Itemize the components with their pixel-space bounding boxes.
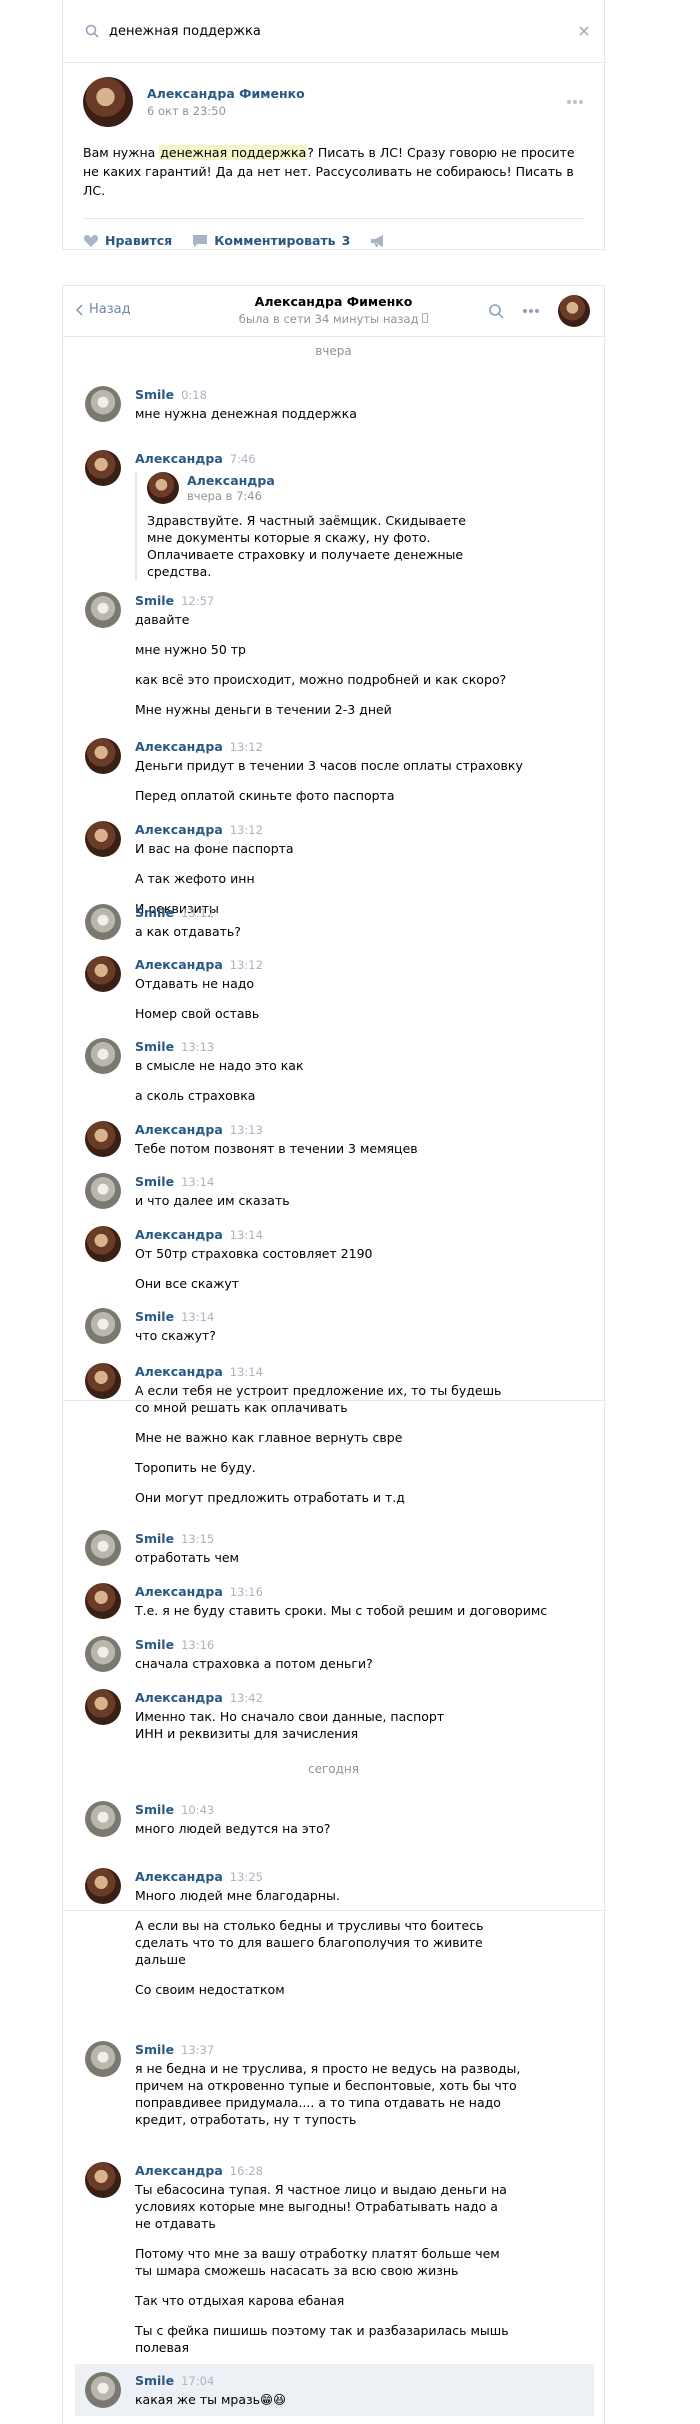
message: Александра 13:12 Отдавать не надо Номер св… (85, 956, 584, 1022)
avatar[interactable] (85, 1689, 121, 1725)
message: Александра 7:46 Александра вчера в 7:46 Зд… (85, 450, 584, 580)
post: Александра Фименко 6 окт в 23:50 Вам нуж… (63, 63, 604, 262)
message: Александра 13:42 Именно так. Но сначало с… (85, 1689, 584, 1742)
avatar[interactable] (85, 2162, 121, 2198)
avatar[interactable] (85, 592, 121, 628)
avatar[interactable] (85, 821, 121, 857)
message: Smile 13:13 в смысле не надо это как а ско… (85, 1038, 584, 1104)
post-date[interactable]: 6 окт в 23:50 (147, 104, 566, 118)
avatar[interactable] (85, 2372, 121, 2408)
message: Smile 0:18 мне нужна денежная поддержка (85, 386, 584, 422)
chat-header: Назад Александра Фименко была в сети 34 … (63, 286, 604, 337)
message: Александра 13:25 Много людей мне благодар… (85, 1868, 584, 1998)
phone-icon (422, 313, 429, 323)
avatar[interactable] (147, 472, 179, 504)
message: Александра 13:16 Т.е. я не буду ставить с… (85, 1583, 584, 1619)
search-results-panel: денежная поддержка Александра Фименко 6 … (62, 0, 605, 250)
search-bar[interactable]: денежная поддержка (63, 0, 604, 63)
avatar[interactable] (85, 1636, 121, 1672)
message: Smile 13:14 и что далее им сказать (85, 1173, 584, 1209)
search-icon (85, 24, 99, 38)
author-avatar[interactable] (83, 77, 133, 127)
day-divider-yesterday: вчера (315, 344, 352, 358)
search-highlight: денежная поддержка (159, 145, 308, 160)
message: Александра 13:14 А если тебя не устроит п… (85, 1363, 584, 1506)
more-icon[interactable] (566, 99, 584, 105)
like-button[interactable]: Нравится (83, 233, 172, 248)
avatar[interactable] (85, 1583, 121, 1619)
message: Smile 13:37 я не бедна и не труслива, я п… (85, 2041, 584, 2128)
message: Smile 10:43 много людей ведутся на это? (85, 1801, 584, 1837)
message: Smile 13:15 отработать чем (85, 1530, 584, 1566)
post-text: Вам нужна денежная поддержка? Писать в Л… (83, 145, 575, 198)
avatar[interactable] (85, 1038, 121, 1074)
avatar[interactable] (85, 1226, 121, 1262)
screenshot-seam (62, 1400, 605, 1401)
avatar[interactable] (85, 904, 121, 940)
share-button[interactable] (370, 234, 386, 248)
avatar[interactable] (85, 1173, 121, 1209)
message: Smile 13:14 что скажут? (85, 1308, 584, 1344)
heart-icon (83, 234, 99, 247)
avatar[interactable] (85, 1868, 121, 1904)
avatar[interactable] (85, 956, 121, 992)
megaphone-icon (371, 234, 384, 247)
avatar[interactable] (85, 1308, 121, 1344)
avatar[interactable] (85, 2041, 121, 2077)
avatar[interactable] (85, 1363, 121, 1399)
avatar[interactable] (85, 1801, 121, 1837)
day-divider-today: сегодня (308, 1762, 359, 1776)
post-author[interactable]: Александра Фименко (147, 86, 566, 101)
screenshot-seam (62, 1910, 605, 1911)
message: Александра 16:28 Ты ебасосина тупая. Я ча… (85, 2162, 584, 2356)
message: Александра 13:12 Деньги придут в течении … (85, 738, 584, 804)
avatar[interactable] (85, 738, 121, 774)
avatar[interactable] (85, 386, 121, 422)
more-icon[interactable] (522, 308, 540, 314)
message-selected[interactable]: Smile 17:04 какая же ты мразь😁😆 (75, 2364, 594, 2416)
chat-panel: Назад Александра Фименко была в сети 34 … (62, 285, 605, 2424)
search-input[interactable]: денежная поддержка (109, 24, 578, 39)
comment-button[interactable]: Комментировать 3 (192, 233, 350, 248)
search-icon[interactable] (488, 303, 504, 319)
message: Smile 13:12 а как отдавать? (85, 904, 584, 940)
message: Александра 13:12 И вас на фоне паспорта А … (85, 821, 584, 917)
message: Александра 13:14 От 50тр страховка состов… (85, 1226, 584, 1292)
comment-count: 3 (341, 233, 351, 248)
clear-icon[interactable] (578, 25, 590, 37)
message: Smile 13:16 сначала страховка а потом ден… (85, 1636, 584, 1672)
avatar[interactable] (85, 450, 121, 486)
avatar[interactable] (85, 1530, 121, 1566)
peer-avatar[interactable] (558, 295, 590, 327)
message: Smile 12:57 давайте мне нужно 50 тр как всё… (85, 592, 584, 718)
forwarded-message: Александра вчера в 7:46 Здравствуйте. Я ч… (135, 472, 584, 580)
avatar[interactable] (85, 1121, 121, 1157)
message: Александра 13:13 Тебе потом позвонят в те… (85, 1121, 584, 1157)
comment-icon (193, 234, 208, 247)
